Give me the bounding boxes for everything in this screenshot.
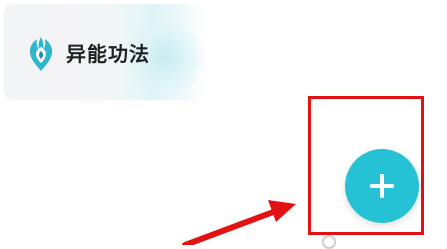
- scroll-indicator: [322, 235, 336, 249]
- annotation-arrow: [182, 200, 296, 245]
